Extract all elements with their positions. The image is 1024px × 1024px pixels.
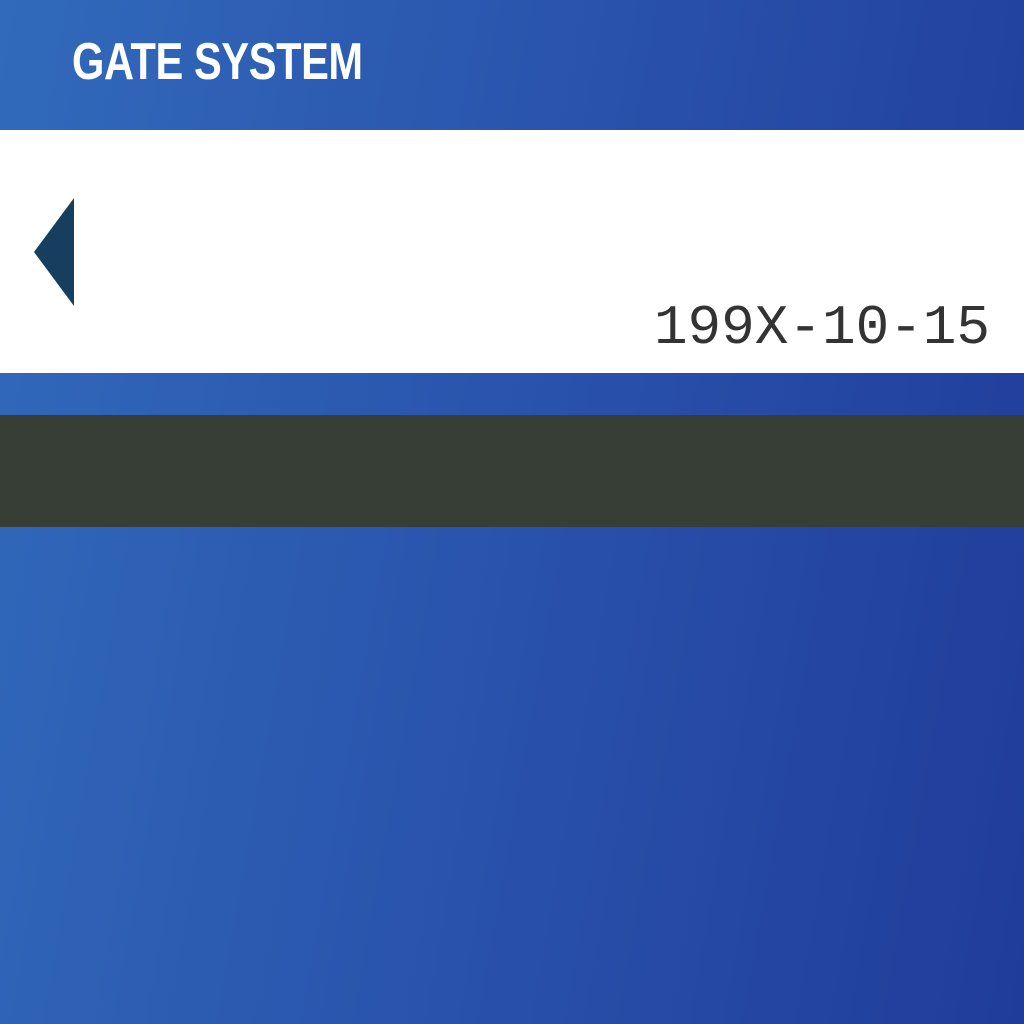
header-bar: GATE SYSTEM: [0, 0, 1024, 130]
app-title: GATE SYSTEM: [72, 33, 363, 91]
status-bar: [0, 415, 1024, 527]
date-display: 199X-10-15: [653, 296, 990, 360]
back-button[interactable]: [30, 196, 78, 308]
triangle-left-icon: [34, 198, 74, 306]
date-panel: 199X-10-15: [0, 130, 1024, 373]
